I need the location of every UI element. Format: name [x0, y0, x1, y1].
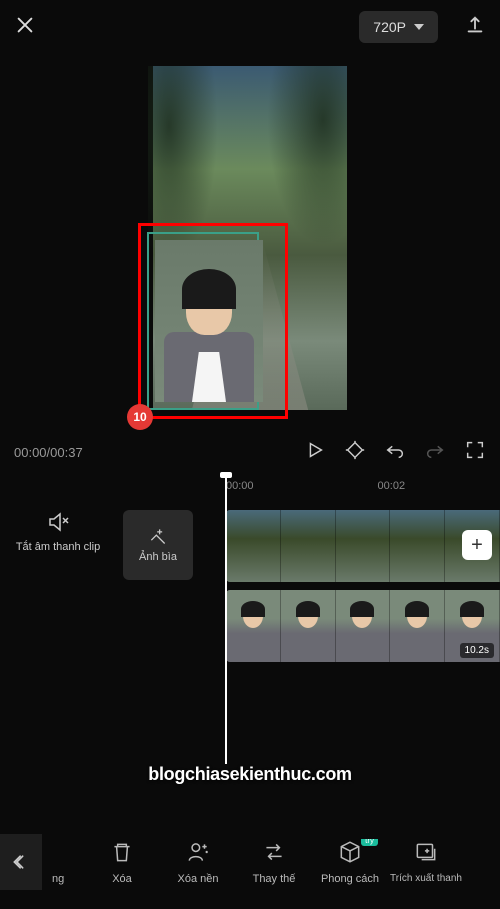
- try-badge: try: [361, 839, 378, 846]
- overlay-track[interactable]: 10.2s: [226, 590, 500, 662]
- timeline[interactable]: Tắt âm thanh clip Ảnh bìa + 10.2s: [0, 498, 500, 768]
- extract-icon: [413, 839, 439, 865]
- overlay-selection-box[interactable]: 10: [138, 223, 288, 419]
- cube-icon: [337, 839, 363, 865]
- undo-button[interactable]: [384, 439, 406, 466]
- mute-label: Tắt âm thanh clip: [16, 540, 100, 554]
- playhead[interactable]: [225, 474, 227, 764]
- replace-button[interactable]: Thay thế: [236, 839, 312, 885]
- ruler-mark: 00:00: [226, 480, 254, 492]
- export-button[interactable]: [464, 14, 486, 41]
- extract-button[interactable]: Trích xuất thanh: [388, 839, 464, 884]
- video-track[interactable]: [226, 510, 500, 582]
- swap-icon: [261, 839, 287, 865]
- bottom-toolbar: ng Xóa Xóa nền Thay thế try Phong cách T…: [0, 814, 500, 909]
- chevron-down-icon: [414, 24, 424, 30]
- clip-duration-chip: 10.2s: [460, 643, 494, 658]
- play-button[interactable]: [304, 439, 326, 466]
- trash-icon: [109, 839, 135, 865]
- style-button[interactable]: try Phong cách: [312, 839, 388, 885]
- watermark-text: blogchiasekienthuc.com: [148, 764, 351, 785]
- ruler-mark: 00:02: [378, 480, 406, 492]
- cover-thumb-button[interactable]: Ảnh bìa: [114, 510, 202, 580]
- timeline-ruler[interactable]: 00:00 00:02: [0, 474, 500, 498]
- back-button[interactable]: [0, 834, 42, 890]
- preview-area[interactable]: 10: [0, 54, 500, 430]
- time-display: 00:00/00:37: [14, 445, 83, 460]
- add-clip-button[interactable]: +: [462, 530, 492, 560]
- toolbar-item-partial[interactable]: ng: [48, 839, 84, 885]
- keyframe-button[interactable]: [344, 439, 366, 466]
- annotation-badge: 10: [127, 404, 153, 430]
- video-preview[interactable]: 10: [153, 66, 347, 410]
- resolution-selector[interactable]: 720P: [359, 11, 438, 43]
- person-sparkle-icon: [185, 839, 211, 865]
- redo-button[interactable]: [424, 439, 446, 466]
- resolution-label: 720P: [373, 19, 406, 35]
- mute-clip-button[interactable]: Tắt âm thanh clip: [14, 510, 102, 554]
- delete-button[interactable]: Xóa: [84, 839, 160, 885]
- remove-bg-button[interactable]: Xóa nền: [160, 839, 236, 885]
- fullscreen-button[interactable]: [464, 439, 486, 466]
- cover-label: Ảnh bìa: [139, 550, 177, 564]
- close-button[interactable]: [14, 14, 36, 41]
